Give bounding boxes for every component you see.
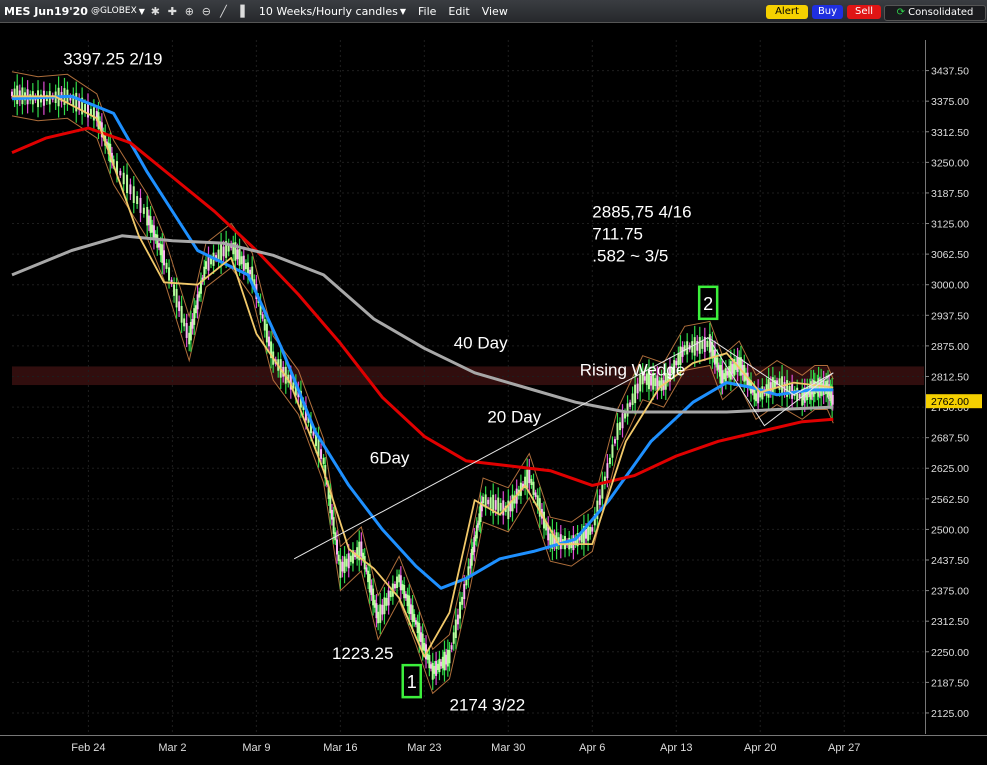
annotation-label: 2885,75 4/16 — [592, 203, 691, 222]
annotation-label: 20 Day — [487, 408, 541, 427]
y-tick-label: 3250.00 — [931, 157, 969, 169]
annotation-label: 711.75 — [592, 225, 643, 244]
x-tick-label: Mar 16 — [323, 742, 357, 754]
y-tick-label: 2625.00 — [931, 463, 969, 475]
x-tick-label: Apr 27 — [828, 742, 860, 754]
y-tick-label: 3000.00 — [931, 280, 969, 292]
annotation-label: 40 Day — [454, 333, 508, 352]
y-tick-label: 3125.00 — [931, 219, 969, 231]
envelope-lower — [11, 115, 834, 695]
y-tick-label: 3312.50 — [931, 127, 969, 139]
y-tick-label: 2375.00 — [931, 586, 969, 598]
y-tick-label: 2250.00 — [931, 647, 969, 659]
y-tick-label: 3375.00 — [931, 96, 969, 108]
annotation-label: 6Day — [370, 448, 410, 467]
y-tick-label: 2187.50 — [931, 677, 969, 689]
last-price-label: 2762.00 — [931, 396, 969, 408]
y-tick-label: 2125.00 — [931, 708, 969, 720]
y-tick-label: 2875.00 — [931, 341, 969, 353]
x-tick-label: Mar 23 — [407, 742, 441, 754]
x-tick-label: Apr 13 — [660, 742, 692, 754]
annotation-label: Rising Wedge — [580, 360, 686, 379]
y-tick-label: 3187.50 — [931, 188, 969, 200]
x-tick-label: Feb 24 — [71, 742, 105, 754]
y-tick-label: 3437.50 — [931, 66, 969, 78]
x-tick-label: Mar 30 — [491, 742, 525, 754]
y-tick-label: 2312.50 — [931, 616, 969, 628]
x-tick-label: Mar 9 — [242, 742, 270, 754]
x-tick-label: Apr 20 — [744, 742, 776, 754]
annotation-label: .582 ~ 3/5 — [592, 247, 668, 266]
x-tick-label: Mar 2 — [158, 742, 186, 754]
x-tick-label: Apr 6 — [579, 742, 605, 754]
y-tick-label: 2562.50 — [931, 494, 969, 506]
annotation-label: 3397.25 2/19 — [63, 49, 162, 68]
y-tick-label: 2437.50 — [931, 555, 969, 567]
y-tick-label: 2937.50 — [931, 310, 969, 322]
price-chart[interactable]: 3437.50 3375.00 3312.50 3250.00 3187.50 3125.… — [0, 0, 987, 764]
annotation-label: 2174 3/22 — [450, 696, 526, 715]
wave-label: 1 — [407, 672, 417, 692]
wave-label: 2 — [703, 294, 713, 314]
y-tick-label: 2500.00 — [931, 524, 969, 536]
y-tick-label: 3062.50 — [931, 249, 969, 261]
y-tick-label: 2812.50 — [931, 371, 969, 383]
annotation-label: 1223.25 — [332, 644, 393, 663]
y-tick-label: 2687.50 — [931, 433, 969, 445]
